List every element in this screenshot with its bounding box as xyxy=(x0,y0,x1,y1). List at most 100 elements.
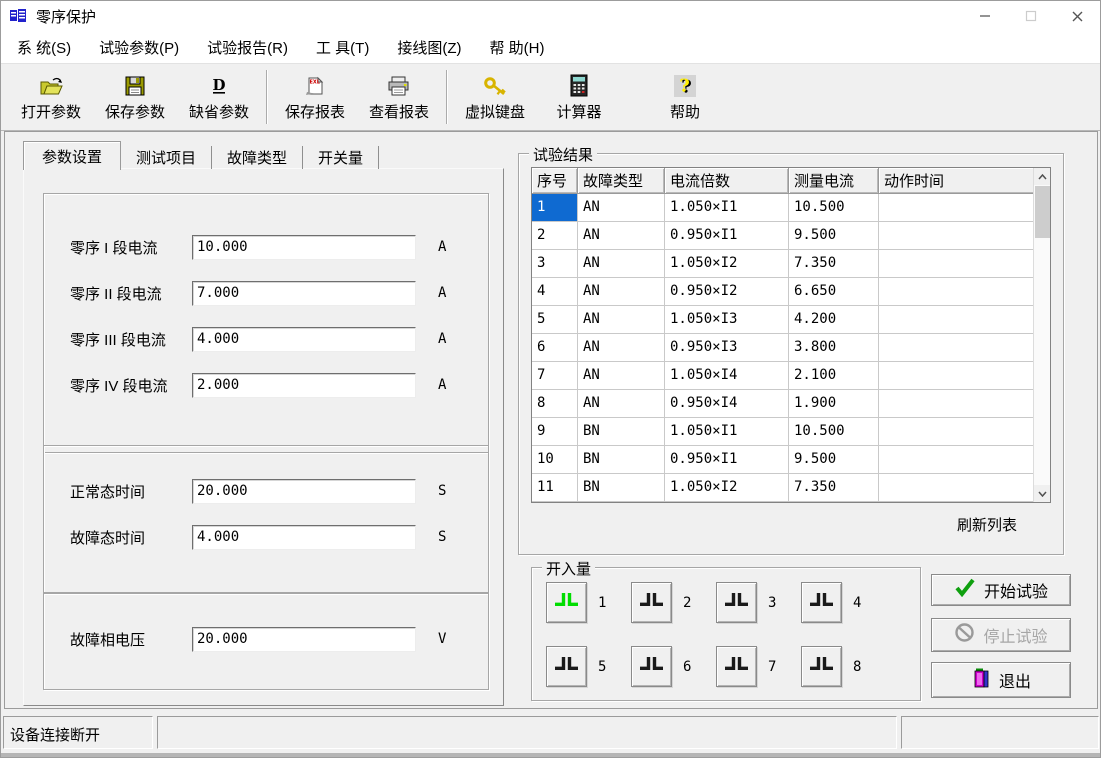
scroll-down-button[interactable] xyxy=(1034,485,1050,502)
scrollbar-thumb[interactable] xyxy=(1035,186,1050,238)
table-cell[interactable]: 0.950×I2 xyxy=(665,278,789,306)
table-cell[interactable]: AN xyxy=(578,222,665,250)
menu-item-1[interactable]: 系 统(S) xyxy=(3,33,85,62)
table-cell[interactable]: 1.050×I2 xyxy=(665,474,789,502)
table-cell[interactable]: 0.950×I1 xyxy=(665,222,789,250)
param-input[interactable] xyxy=(192,479,416,504)
table-cell[interactable] xyxy=(879,418,1035,446)
channel-toggle-6[interactable] xyxy=(631,646,672,687)
table-cell[interactable]: 1.050×I1 xyxy=(665,194,789,222)
table-cell[interactable]: 1.050×I1 xyxy=(665,418,789,446)
exit-button[interactable]: 退出 xyxy=(931,662,1071,698)
table-cell[interactable]: AN xyxy=(578,362,665,390)
vertical-scrollbar[interactable] xyxy=(1033,168,1050,502)
table-cell[interactable] xyxy=(879,250,1035,278)
table-cell[interactable]: 0.950×I3 xyxy=(665,334,789,362)
table-cell[interactable]: 4.200 xyxy=(789,306,879,334)
table-cell[interactable] xyxy=(879,306,1035,334)
param-input[interactable] xyxy=(192,373,416,398)
virtual-keyboard-button[interactable]: 虚拟键盘 xyxy=(453,68,537,126)
menu-item-6[interactable]: 帮 助(H) xyxy=(475,33,558,62)
refresh-list-link[interactable]: 刷新列表 xyxy=(957,514,1017,535)
table-cell[interactable] xyxy=(879,390,1035,418)
close-button[interactable] xyxy=(1054,1,1100,31)
table-cell[interactable]: 6 xyxy=(532,334,578,362)
channel-toggle-8[interactable] xyxy=(801,646,842,687)
table-cell[interactable] xyxy=(879,362,1035,390)
table-cell[interactable]: AN xyxy=(578,390,665,418)
table-cell[interactable]: AN xyxy=(578,194,665,222)
menu-item-4[interactable]: 工 具(T) xyxy=(302,33,383,62)
table-cell[interactable]: AN xyxy=(578,306,665,334)
start-test-button[interactable]: 开始试验 xyxy=(931,574,1071,606)
table-cell[interactable]: 8 xyxy=(532,390,578,418)
table-cell[interactable]: AN xyxy=(578,334,665,362)
default-params-button[interactable]: D缺省参数 xyxy=(177,68,261,126)
menu-item-3[interactable]: 试验报告(R) xyxy=(193,33,302,62)
param-input[interactable] xyxy=(192,281,416,306)
tab-4[interactable]: 开关量 xyxy=(303,146,379,169)
table-cell[interactable]: 9.500 xyxy=(789,446,879,474)
table-cell[interactable]: 5 xyxy=(532,306,578,334)
table-cell[interactable]: 2 xyxy=(532,222,578,250)
channel-toggle-5[interactable] xyxy=(546,646,587,687)
di-row-2: 5678 xyxy=(546,646,886,687)
table-cell[interactable]: 0.950×I1 xyxy=(665,446,789,474)
help-button[interactable]: ??帮助 xyxy=(643,68,727,126)
save-params-button[interactable]: 保存参数 xyxy=(93,68,177,126)
open-params-button[interactable]: 打开参数 xyxy=(9,68,93,126)
table-cell[interactable]: 3.800 xyxy=(789,334,879,362)
param-input[interactable] xyxy=(192,525,416,550)
table-cell[interactable]: BN xyxy=(578,418,665,446)
table-cell[interactable] xyxy=(879,474,1035,502)
table-cell[interactable]: AN xyxy=(578,278,665,306)
save-report-button[interactable]: EXL保存报表 xyxy=(273,68,357,126)
channel-toggle-7[interactable] xyxy=(716,646,757,687)
table-cell[interactable]: 3 xyxy=(532,250,578,278)
table-cell[interactable]: 1.050×I4 xyxy=(665,362,789,390)
tab-1[interactable]: 参数设置 xyxy=(23,141,121,170)
param-input[interactable] xyxy=(192,327,416,352)
channel-toggle-2[interactable] xyxy=(631,582,672,623)
table-cell[interactable]: 1 xyxy=(532,194,578,222)
table-cell[interactable]: 6.650 xyxy=(789,278,879,306)
view-report-button[interactable]: 查看报表 xyxy=(357,68,441,126)
table-cell[interactable]: AN xyxy=(578,250,665,278)
channel-toggle-3[interactable] xyxy=(716,582,757,623)
param-input[interactable] xyxy=(192,627,416,652)
table-cell[interactable]: BN xyxy=(578,474,665,502)
table-cell[interactable]: 7 xyxy=(532,362,578,390)
table-cell[interactable]: 10.500 xyxy=(789,194,879,222)
menu-item-2[interactable]: 试验参数(P) xyxy=(85,33,193,62)
maximize-button[interactable] xyxy=(1008,1,1054,31)
table-cell[interactable]: 1.050×I3 xyxy=(665,306,789,334)
table-cell[interactable]: 10 xyxy=(532,446,578,474)
table-cell[interactable] xyxy=(879,278,1035,306)
table-cell[interactable] xyxy=(879,334,1035,362)
channel-toggle-4[interactable] xyxy=(801,582,842,623)
table-cell[interactable]: 4 xyxy=(532,278,578,306)
scroll-up-button[interactable] xyxy=(1034,168,1050,185)
table-cell[interactable] xyxy=(879,222,1035,250)
table-cell[interactable]: 9 xyxy=(532,418,578,446)
table-cell[interactable]: 11 xyxy=(532,474,578,502)
table-cell[interactable]: 10.500 xyxy=(789,418,879,446)
menu-item-5[interactable]: 接线图(Z) xyxy=(383,33,475,62)
calculator-button[interactable]: 计算器 xyxy=(537,68,621,126)
channel-toggle-1[interactable] xyxy=(546,582,587,623)
help-icon: ?? xyxy=(673,73,697,99)
table-cell[interactable]: 7.350 xyxy=(789,474,879,502)
tab-3[interactable]: 故障类型 xyxy=(212,146,303,169)
table-cell[interactable]: 2.100 xyxy=(789,362,879,390)
table-cell[interactable]: 1.050×I2 xyxy=(665,250,789,278)
table-cell[interactable]: 0.950×I4 xyxy=(665,390,789,418)
param-input[interactable] xyxy=(192,235,416,260)
table-cell[interactable]: 1.900 xyxy=(789,390,879,418)
table-cell[interactable]: 7.350 xyxy=(789,250,879,278)
minimize-button[interactable] xyxy=(962,1,1008,31)
table-cell[interactable]: 9.500 xyxy=(789,222,879,250)
table-cell[interactable] xyxy=(879,194,1035,222)
table-cell[interactable]: BN xyxy=(578,446,665,474)
tab-2[interactable]: 测试项目 xyxy=(121,146,212,169)
table-cell[interactable] xyxy=(879,446,1035,474)
